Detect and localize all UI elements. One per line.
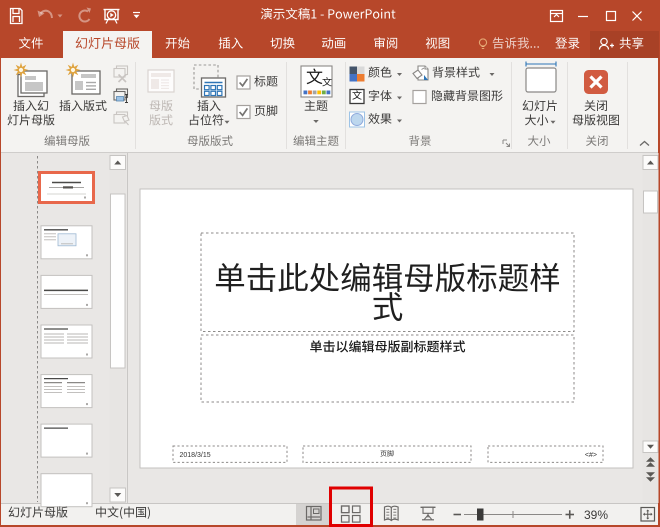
svg-text:2018/3/15: 2018/3/15	[180, 452, 211, 459]
svg-text:39%: 39%	[584, 508, 608, 522]
svg-text:<#>: <#>	[585, 452, 597, 459]
